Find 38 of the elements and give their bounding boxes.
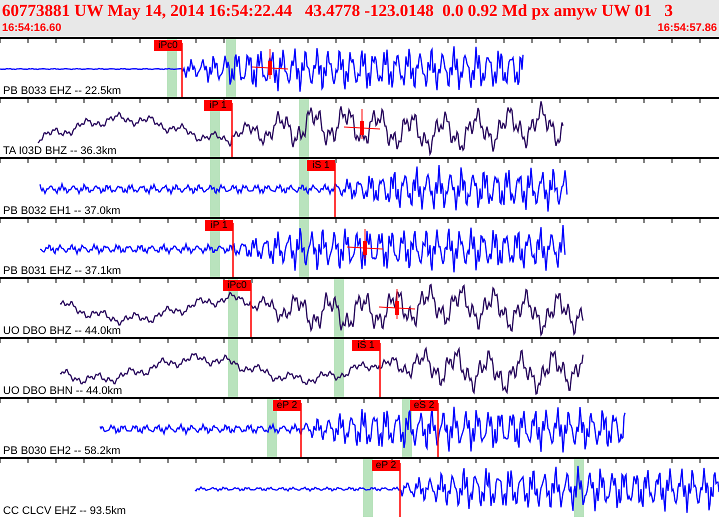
pick-line	[181, 43, 183, 97]
phase-pick-label[interactable]: eP 2	[273, 400, 301, 411]
start-time: 16:54:16.60	[2, 21, 62, 35]
amplitude-marker	[252, 48, 288, 80]
pick-line	[300, 403, 302, 457]
amplitude-marker	[378, 288, 416, 320]
station-label: PB B033 EHZ -- 22.5km	[3, 85, 121, 97]
pick-line	[437, 403, 439, 457]
predicted-arrival-band	[334, 339, 344, 397]
station-label: UO DBO BHN -- 44.0km	[3, 385, 122, 397]
pick-line	[334, 163, 336, 217]
pick-line	[399, 463, 401, 517]
station-label: TA I03D BHZ -- 36.3km	[3, 145, 116, 157]
phase-pick-label[interactable]: eS 2	[410, 400, 438, 411]
station-label: UO DBO BHZ -- 44.0km	[3, 325, 121, 337]
amplitude-marker	[346, 228, 384, 260]
station-label: PB B031 EHZ -- 37.1km	[3, 265, 121, 277]
phase-pick-label[interactable]: iP 1	[204, 100, 232, 111]
station-label: CC CLCV EHZ -- 93.5km	[3, 505, 126, 517]
pick-line	[232, 223, 234, 277]
phase-pick-label[interactable]: iS 1	[352, 340, 380, 351]
end-time: 16:54:57.86	[658, 21, 717, 35]
phase-pick-label[interactable]: eP 2	[372, 460, 400, 471]
pick-line	[250, 283, 252, 337]
phase-pick-label[interactable]: iPc0	[154, 40, 182, 51]
predicted-arrival-band	[228, 339, 238, 397]
event-summary: 60773881 UW May 14, 2014 16:54:22.44 43.4778 -123.0148 0.0 0.92 Md px amyw UW 01 3	[2, 1, 674, 21]
pick-line	[379, 343, 381, 397]
phase-pick-label[interactable]: iP 1	[205, 220, 233, 231]
station-label: PB B032 EH1 -- 37.0km	[3, 205, 120, 217]
predicted-arrival-band	[299, 159, 309, 217]
pick-line	[231, 103, 233, 157]
phase-pick-label[interactable]: iS 1	[307, 160, 335, 171]
station-label: PB B030 EH2 -- 58.2km	[3, 445, 120, 457]
phase-pick-label[interactable]: iPc0	[223, 280, 251, 291]
predicted-arrival-band	[210, 159, 220, 217]
amplitude-marker	[344, 108, 380, 140]
predicted-arrival-band	[363, 459, 373, 517]
